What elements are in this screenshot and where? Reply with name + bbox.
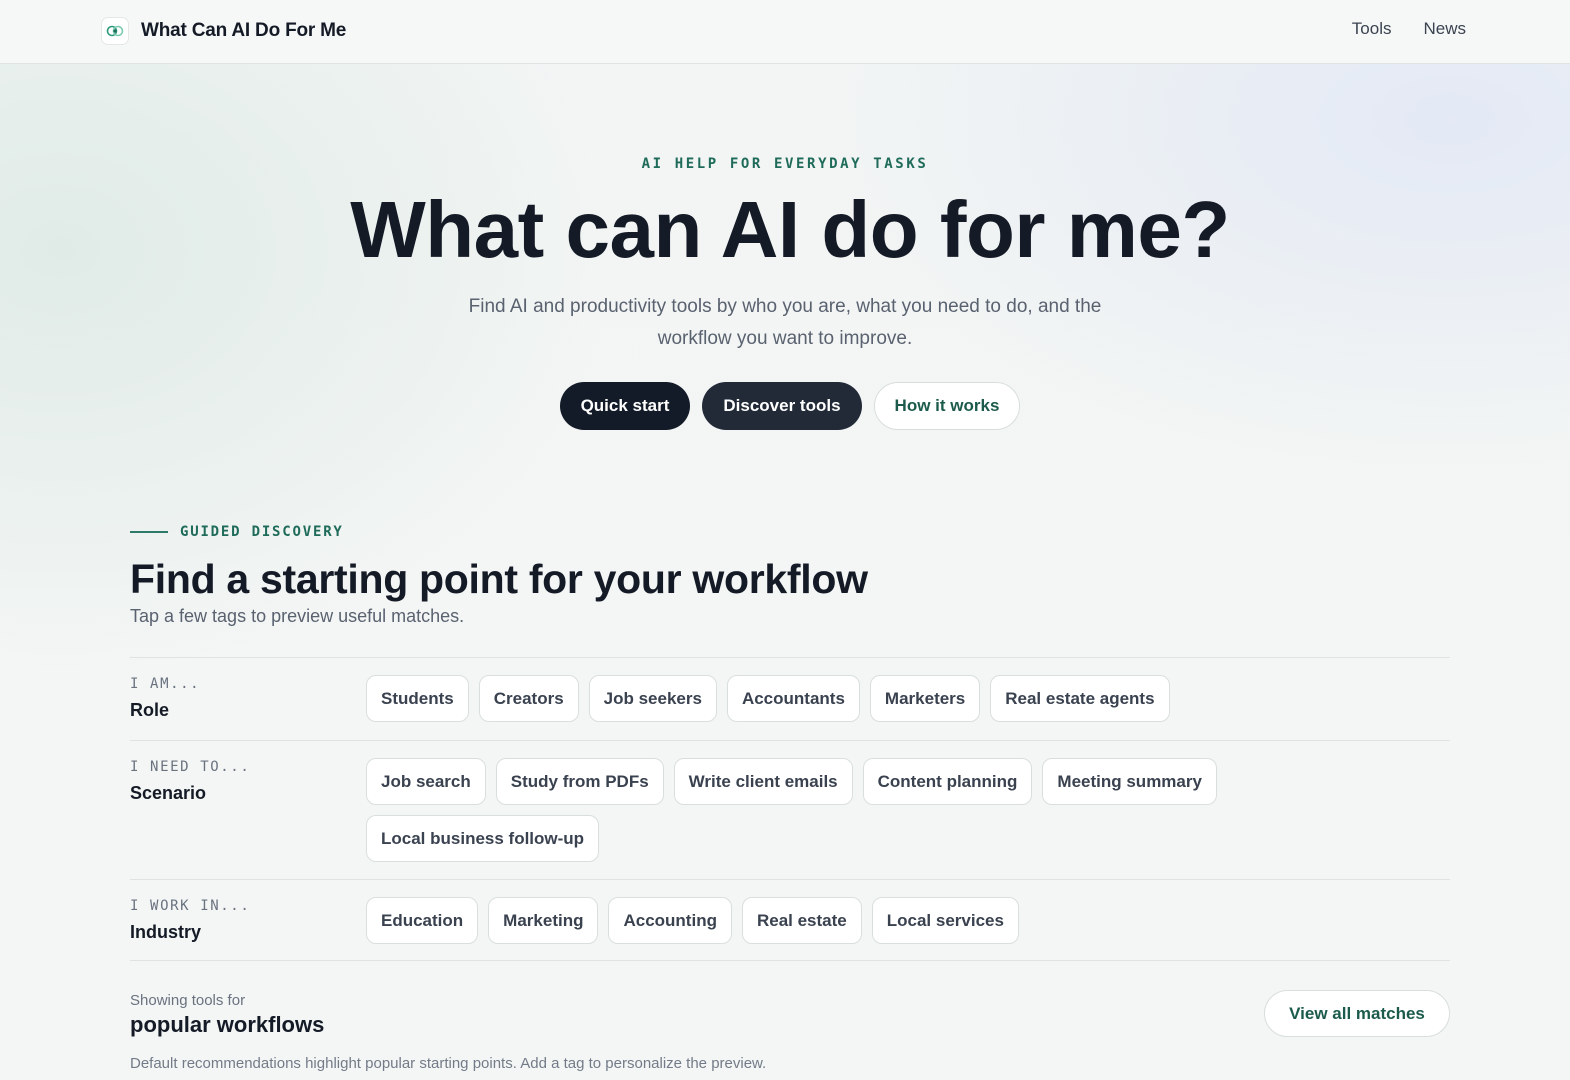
- quick-start-button[interactable]: Quick start: [559, 382, 691, 430]
- chip-meeting-summary[interactable]: Meeting summary: [1042, 758, 1217, 805]
- chip-job-search[interactable]: Job search: [366, 758, 486, 805]
- chip-education[interactable]: Education: [366, 897, 479, 944]
- chip-study-from-pdfs[interactable]: Study from PDFs: [495, 758, 664, 805]
- nav-link-tools[interactable]: Tools: [1352, 19, 1392, 39]
- chip-local-business-follow-up[interactable]: Local business follow-up: [366, 815, 600, 862]
- chip-local-services[interactable]: Local services: [871, 897, 1019, 944]
- chip-creators[interactable]: Creators: [478, 675, 579, 722]
- filter-name: Industry: [130, 922, 202, 942]
- hero-subtitle: Find AI and productivity tools by who yo…: [468, 296, 1102, 349]
- chip-group-role: Students Creators Job seekers Accountant…: [366, 675, 1446, 722]
- chip-group-industry: Education Marketing Accounting Real esta…: [366, 897, 1446, 944]
- chip-real-estate[interactable]: Real estate: [741, 897, 862, 944]
- discover-tools-button[interactable]: Discover tools: [702, 382, 862, 430]
- chip-students[interactable]: Students: [366, 675, 469, 722]
- filter-name: Scenario: [130, 783, 207, 803]
- view-all-matches-button[interactable]: View all matches: [1264, 990, 1450, 1037]
- filter-label: I AM... Role: [130, 676, 350, 721]
- main-nav: Tools News: [1352, 19, 1466, 39]
- how-it-works-button[interactable]: How it works: [873, 382, 1021, 430]
- filter-kicker: I AM...: [130, 676, 201, 692]
- filter-kicker: I WORK IN...: [130, 898, 251, 914]
- guided-discovery-label: GUIDED DISCOVERY: [180, 524, 344, 540]
- chip-job-seekers[interactable]: Job seekers: [588, 675, 717, 722]
- chip-real-estate-agents[interactable]: Real estate agents: [990, 675, 1170, 722]
- showing-title: popular workflows: [130, 1012, 325, 1037]
- eyebrow-line: [130, 531, 168, 533]
- showing-description: Default recommendations highlight popula…: [130, 1055, 767, 1072]
- chip-content-planning[interactable]: Content planning: [862, 758, 1033, 805]
- chip-accounting[interactable]: Accounting: [608, 897, 732, 944]
- filter-label: I WORK IN... Industry: [130, 898, 350, 943]
- filter-name: Role: [130, 700, 170, 720]
- chip-write-client-emails[interactable]: Write client emails: [673, 758, 853, 805]
- discovery-title: Find a starting point for your workflow: [130, 556, 868, 602]
- filter-row-scenario: I NEED TO... Scenario Job search Study f…: [130, 740, 1450, 879]
- brand[interactable]: What Can AI Do For Me: [101, 16, 346, 46]
- hero-actions: Quick start Discover tools How it works: [0, 382, 1570, 430]
- filter-label: I NEED TO... Scenario: [130, 759, 350, 804]
- filter-kicker: I NEED TO...: [130, 759, 251, 775]
- chip-marketers[interactable]: Marketers: [869, 675, 981, 722]
- chip-accountants[interactable]: Accountants: [726, 675, 860, 722]
- chip-marketing[interactable]: Marketing: [488, 897, 599, 944]
- brand-name: What Can AI Do For Me: [141, 20, 347, 41]
- filter-row-industry: I WORK IN... Industry Education Marketin…: [130, 879, 1450, 961]
- discovery-subtitle: Tap a few tags to preview useful matches…: [130, 606, 465, 626]
- chip-group-scenario: Job search Study from PDFs Write client …: [366, 758, 1446, 862]
- brain-sparkle-icon: [101, 17, 129, 45]
- showing-label: Showing tools for: [130, 992, 246, 1009]
- hero-eyebrow: AI HELP FOR EVERYDAY TASKS: [641, 156, 929, 172]
- nav-link-news[interactable]: News: [1423, 19, 1466, 39]
- filter-row-role: I AM... Role Students Creators Job seeke…: [130, 657, 1450, 740]
- hero-title: What can AI do for me?: [350, 185, 1230, 274]
- guided-discovery-eyebrow: GUIDED DISCOVERY: [130, 524, 1450, 540]
- top-navigation-bar: What Can AI Do For Me Tools News: [0, 0, 1570, 64]
